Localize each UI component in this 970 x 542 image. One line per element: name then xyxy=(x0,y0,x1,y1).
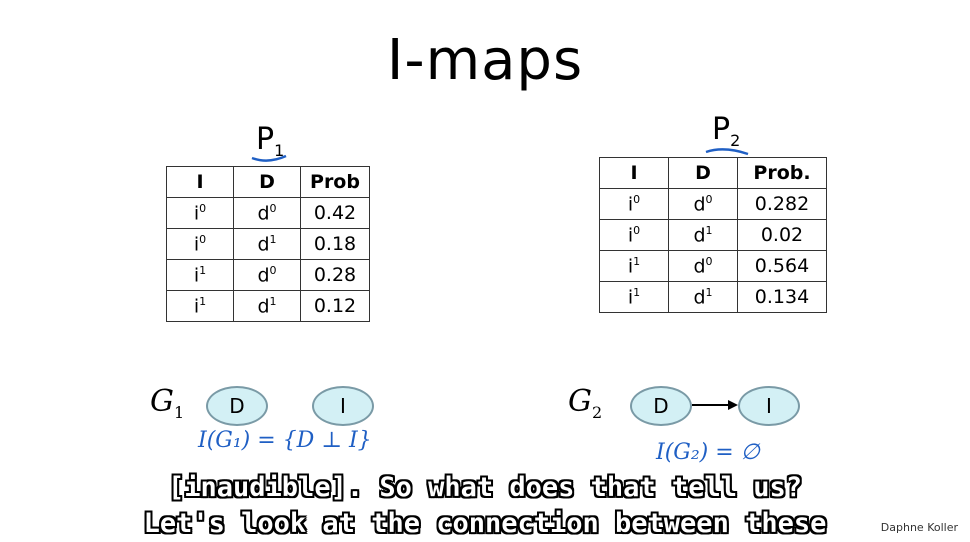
g1-node-d: D xyxy=(206,386,268,426)
g2-label-sub: 2 xyxy=(591,403,603,422)
caption-line-1: [inaudible]. So what does that tell us? xyxy=(168,472,802,503)
g2-node-i: I xyxy=(738,386,800,426)
g2-node-d: D xyxy=(630,386,692,426)
g1-label-name: G xyxy=(150,384,174,419)
author-credit: Daphne Koller xyxy=(880,521,958,534)
g1-label: G1 xyxy=(150,384,184,422)
g2-label-name: G xyxy=(568,384,592,419)
ink-overlay xyxy=(251,148,749,410)
g2-label: G2 xyxy=(568,384,602,422)
g2-arrowhead xyxy=(728,400,738,410)
p1-underline xyxy=(251,154,287,162)
g2-annotation: I(G₂) = ∅ xyxy=(656,440,760,465)
g1-annotation: I(G₁) = {D ⊥ I} xyxy=(198,428,372,453)
g1-node-i: I xyxy=(312,386,374,426)
caption-line-2: Let's look at the connection between the… xyxy=(143,508,827,539)
p2-underline xyxy=(705,148,749,156)
g1-label-sub: 1 xyxy=(173,403,185,422)
